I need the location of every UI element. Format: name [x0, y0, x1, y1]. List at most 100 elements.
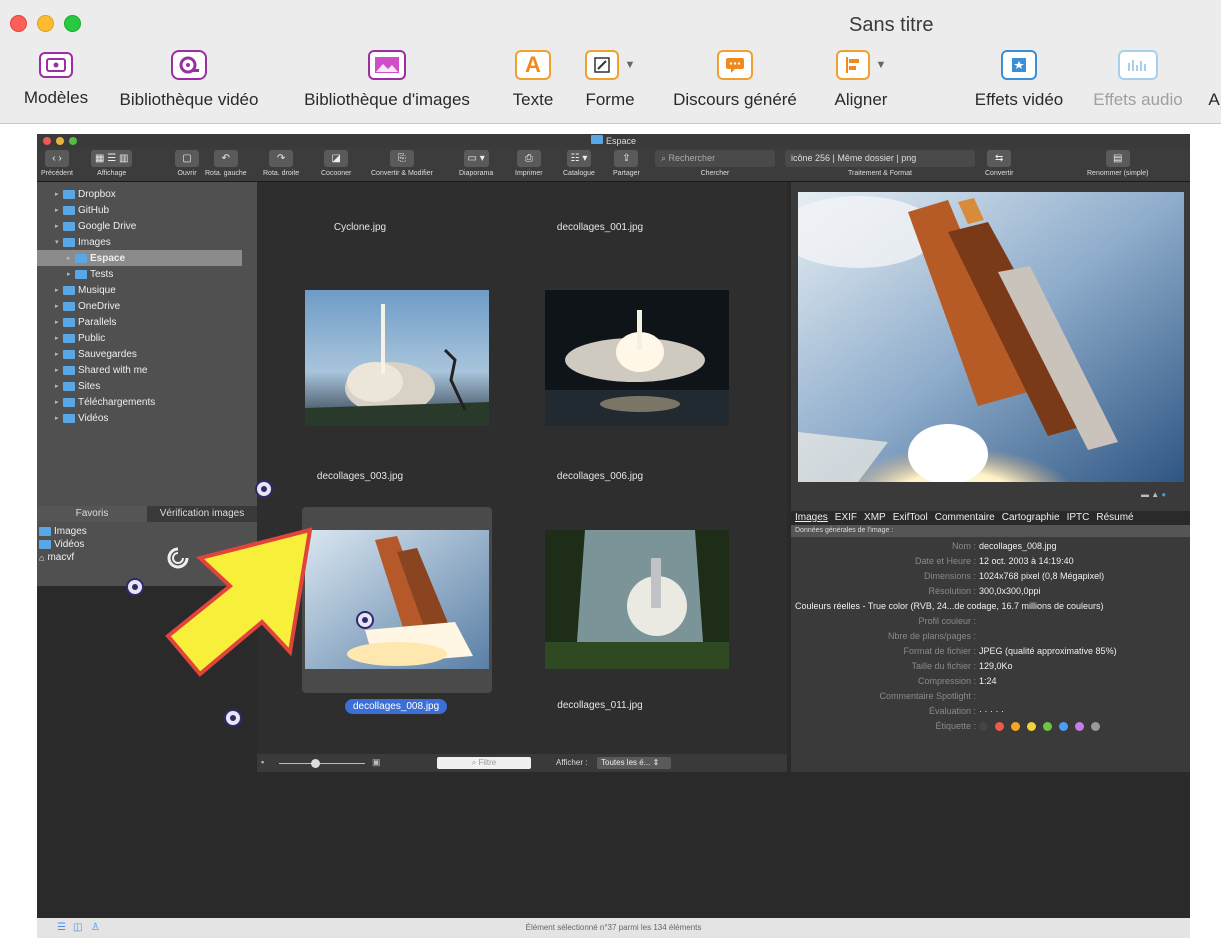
film-icon[interactable]: ▬	[1141, 490, 1149, 499]
zoom-slider[interactable]	[279, 763, 365, 764]
drag-handle[interactable]	[224, 709, 242, 727]
favorite-item[interactable]: Vidéos	[39, 538, 84, 551]
disclosure-triangle-icon[interactable]: ▸	[55, 222, 63, 230]
inner-toolbar: ‹ › Précédent ▦ ☰ ▥ Affichage ▢ Ouvrir ↶ Rot…	[37, 148, 1190, 182]
drag-handle[interactable]	[255, 480, 273, 498]
thumb-caption[interactable]: decollages_001.jpg	[500, 222, 700, 233]
image-icon[interactable]: ▲	[1151, 490, 1159, 499]
sidebar-item-public[interactable]: ▸ Public	[37, 330, 242, 346]
thumbnail-decollages-011[interactable]	[545, 530, 729, 669]
sidebar-item-sites[interactable]: ▸ Sites	[37, 378, 242, 394]
favorite-item[interactable]: Images	[39, 525, 87, 538]
minimize-window-button[interactable]	[37, 15, 54, 32]
sidebar-item-onedrive[interactable]: ▸ OneDrive	[37, 298, 242, 314]
label-color-dot[interactable]	[979, 722, 988, 731]
favorite-item[interactable]: ⌂ macvf	[39, 551, 74, 564]
disclosure-triangle-icon[interactable]: ▸	[55, 206, 63, 214]
info-tab-exif[interactable]: EXIF	[835, 511, 857, 525]
affichage-button[interactable]: ▦ ☰ ▥ Affichage	[91, 150, 133, 177]
thumb-caption[interactable]: decollages_011.jpg	[500, 700, 700, 711]
disclosure-triangle-icon[interactable]: ▸	[55, 190, 63, 198]
disclosure-triangle-icon[interactable]: ▸	[55, 318, 63, 326]
precedent-button[interactable]: ‹ › Précédent	[41, 150, 73, 177]
label-color-dot[interactable]	[1027, 722, 1036, 731]
disclosure-triangle-icon[interactable]: ▸	[55, 334, 63, 342]
image-library-button[interactable]: Bibliothèque d'images	[288, 50, 486, 120]
tab-favoris[interactable]: Favoris	[37, 506, 147, 522]
disclosure-triangle-icon[interactable]: ▸	[55, 366, 63, 374]
convertir-button[interactable]: ⇆ Convertir	[985, 150, 1013, 177]
label-color-dot[interactable]	[1059, 722, 1068, 731]
info-tab-images[interactable]: Images	[795, 511, 828, 525]
sidebar-item-tests[interactable]: ▸ Tests	[37, 266, 242, 282]
afficher-select[interactable]: Toutes les é... ⇕	[597, 757, 671, 769]
convert-modify-button[interactable]: ⎘ Convertir & Modifier	[371, 150, 433, 177]
disclosure-triangle-icon[interactable]: ▸	[55, 350, 63, 358]
yellow-arrow-annotation[interactable]	[160, 514, 340, 679]
sidebar-item-images[interactable]: ▾ Images	[37, 234, 242, 250]
disclosure-triangle-icon[interactable]: ▸	[55, 286, 63, 294]
sidebar-item-sauvegardes[interactable]: ▸ Sauvegardes	[37, 346, 242, 362]
zoom-slider-knob[interactable]	[311, 759, 320, 768]
thumb-caption[interactable]: decollages_006.jpg	[500, 471, 700, 482]
sidebar-item-musique[interactable]: ▸ Musique	[37, 282, 242, 298]
sidebar-item-shared-with-me[interactable]: ▸ Shared with me	[37, 362, 242, 378]
disclosure-triangle-icon[interactable]: ▸	[55, 302, 63, 310]
drag-handle[interactable]	[126, 578, 144, 596]
speech-button[interactable]: Discours généré	[662, 50, 808, 120]
video-library-button[interactable]: Bibliothèque vidéo	[110, 50, 268, 120]
info-tab-xmp[interactable]: XMP	[864, 511, 886, 525]
label-color-dot[interactable]	[1075, 722, 1084, 731]
thumbnail-decollages-006[interactable]	[545, 290, 729, 426]
sidebar-item-parallels[interactable]: ▸ Parallels	[37, 314, 242, 330]
sidebar-item-google-drive[interactable]: ▸ Google Drive	[37, 218, 242, 234]
video-effects-button[interactable]: Effets vidéo	[964, 50, 1074, 120]
disclosure-triangle-icon[interactable]: ▸	[55, 382, 63, 390]
close-window-button[interactable]	[10, 15, 27, 32]
info-tab-cartographie[interactable]: Cartographie	[1002, 511, 1060, 525]
thumbnail-decollages-003[interactable]	[305, 290, 489, 426]
partager-button[interactable]: ⇪ Partager	[613, 150, 640, 177]
templates-button[interactable]: Modèles	[20, 50, 92, 120]
label-color-dot[interactable]	[1011, 722, 1020, 731]
catalogue-button[interactable]: ☷ ▾ Catalogue	[563, 150, 595, 177]
info-tab-iptc[interactable]: IPTC	[1067, 511, 1090, 525]
drag-handle[interactable]	[356, 611, 374, 629]
disclosure-triangle-icon[interactable]: ▸	[67, 254, 75, 262]
info-tab-r-sum-[interactable]: Résumé	[1096, 511, 1133, 525]
disclosure-triangle-icon[interactable]: ▸	[55, 414, 63, 422]
label-color-dot[interactable]	[1091, 722, 1100, 731]
rotate-left-button[interactable]: ↶ Rota. gauche	[205, 150, 247, 177]
info-tab-commentaire[interactable]: Commentaire	[935, 511, 995, 525]
filter-input[interactable]: ⌕ Filtre	[437, 757, 531, 769]
audio-effects-button[interactable]: Effets audio	[1082, 50, 1194, 120]
align-button[interactable]: ▼ Aligner	[826, 50, 896, 120]
text-button[interactable]: A Texte	[504, 50, 562, 120]
info-icon[interactable]: ●	[1161, 490, 1166, 499]
diaporama-button[interactable]: ▭ ▾ Diaporama	[459, 150, 493, 177]
renommer-button[interactable]: ▤ Renommer (simple)	[1087, 150, 1148, 177]
search-input[interactable]: ⌕ Rechercher	[655, 150, 775, 167]
disclosure-triangle-icon[interactable]: ▾	[55, 238, 63, 246]
zoom-window-button[interactable]	[64, 15, 81, 32]
rotate-right-button[interactable]: ↷ Rota. droite	[263, 150, 299, 177]
info-tab-exiftool[interactable]: ExifTool	[893, 511, 928, 525]
label-color-dot[interactable]	[995, 722, 1004, 731]
ouvrir-button[interactable]: ▢ Ouvrir	[175, 150, 199, 177]
overflow-toolbar-item[interactable]: A	[1206, 50, 1221, 120]
disclosure-triangle-icon[interactable]: ▸	[67, 270, 75, 278]
format-select[interactable]: icône 256 | Même dossier | png	[785, 150, 975, 167]
sidebar-item-dropbox[interactable]: ▸ Dropbox	[37, 186, 242, 202]
sidebar-item-vid-os[interactable]: ▸ Vidéos	[37, 410, 242, 426]
disclosure-triangle-icon[interactable]: ▸	[55, 398, 63, 406]
sidebar-item-github[interactable]: ▸ GitHub	[37, 202, 242, 218]
cocooner-button[interactable]: ◪ Cocooner	[321, 150, 351, 177]
imprimer-button[interactable]: ⎙ Imprimer	[515, 150, 543, 177]
thumb-caption[interactable]: decollages_003.jpg	[260, 471, 460, 482]
thumb-caption[interactable]: Cyclone.jpg	[260, 222, 460, 233]
label-color-dot[interactable]	[1043, 722, 1052, 731]
sidebar-item-t-l-chargements[interactable]: ▸ Téléchargements	[37, 394, 242, 410]
sidebar-item-espace[interactable]: ▸ Espace	[37, 250, 242, 266]
shape-button[interactable]: ▼ Forme	[578, 50, 642, 120]
selected-thumb-caption[interactable]: decollages_008.jpg	[345, 699, 448, 714]
